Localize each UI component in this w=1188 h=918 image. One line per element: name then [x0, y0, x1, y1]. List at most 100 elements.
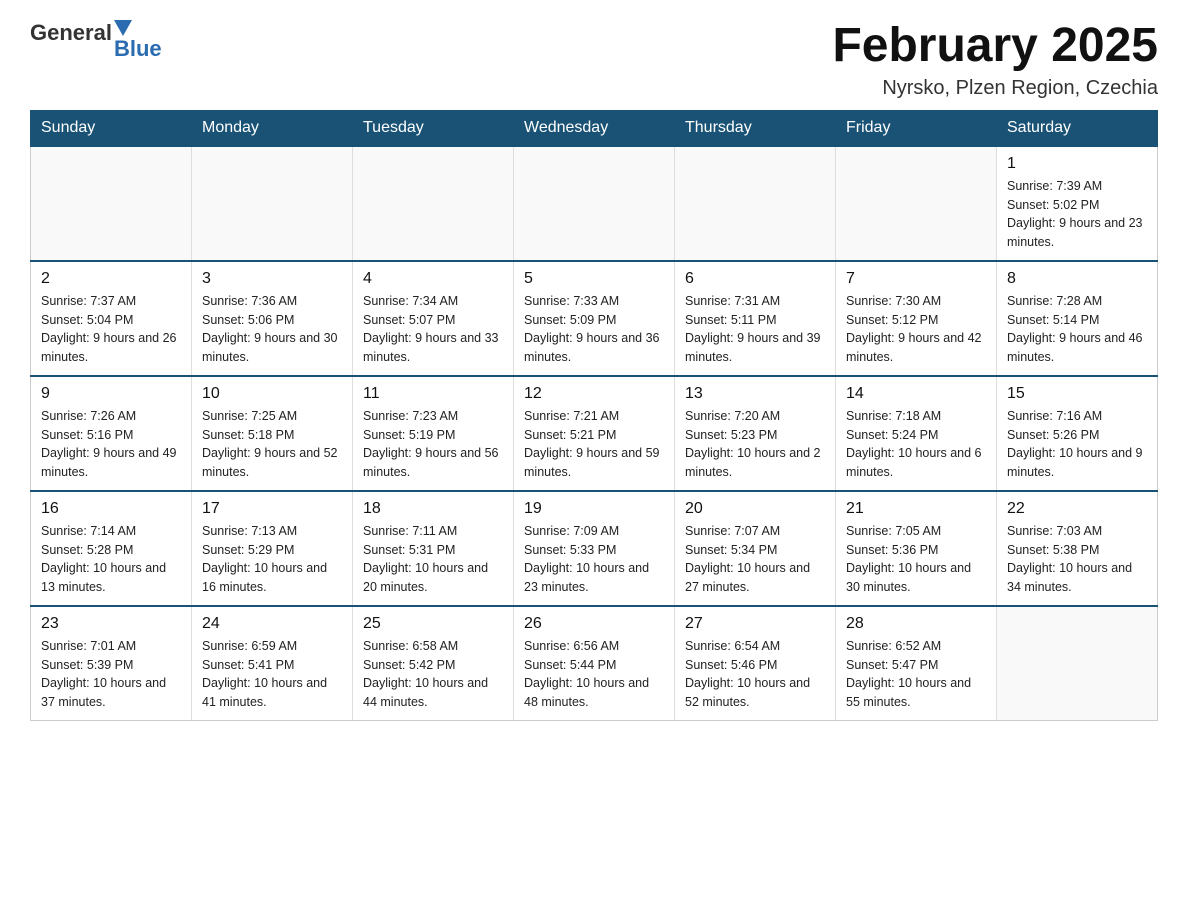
day-number: 21	[846, 500, 986, 518]
calendar-week-row: 1 Sunrise: 7:39 AM Sunset: 5:02 PM Daylig…	[31, 146, 1158, 261]
day-number: 5	[524, 270, 664, 288]
calendar-cell: 3 Sunrise: 7:36 AM Sunset: 5:06 PM Daylig…	[192, 261, 353, 376]
calendar-cell: 15Sunrise: 7:16 AM Sunset: 5:26 PM Dayli…	[997, 376, 1158, 491]
day-info: Sunrise: 7:36 AM Sunset: 5:06 PM Dayligh…	[202, 292, 342, 367]
day-number: 19	[524, 500, 664, 518]
day-info: Sunrise: 7:26 AM Sunset: 5:16 PM Dayligh…	[41, 407, 181, 482]
calendar-table: SundayMondayTuesdayWednesdayThursdayFrid…	[30, 110, 1158, 721]
calendar-cell: 8 Sunrise: 7:28 AM Sunset: 5:14 PM Daylig…	[997, 261, 1158, 376]
calendar-cell: 18 Sunrise: 7:11 AM Sunset: 5:31 PM Dayli…	[353, 491, 514, 606]
day-info: Sunrise: 7:03 AM Sunset: 5:38 PM Dayligh…	[1007, 522, 1147, 597]
calendar-cell	[514, 146, 675, 261]
calendar-week-row: 2 Sunrise: 7:37 AM Sunset: 5:04 PM Daylig…	[31, 261, 1158, 376]
calendar-week-row: 9Sunrise: 7:26 AM Sunset: 5:16 PM Daylig…	[31, 376, 1158, 491]
weekday-header-wednesday: Wednesday	[514, 110, 675, 146]
day-info: Sunrise: 7:23 AM Sunset: 5:19 PM Dayligh…	[363, 407, 503, 482]
day-info: Sunrise: 7:14 AM Sunset: 5:28 PM Dayligh…	[41, 522, 181, 597]
day-info: Sunrise: 7:28 AM Sunset: 5:14 PM Dayligh…	[1007, 292, 1147, 367]
weekday-header-sunday: Sunday	[31, 110, 192, 146]
page-header: General Blue February 2025 Nyrsko, Plzen…	[30, 20, 1158, 100]
day-info: Sunrise: 7:05 AM Sunset: 5:36 PM Dayligh…	[846, 522, 986, 597]
calendar-cell: 26 Sunrise: 6:56 AM Sunset: 5:44 PM Dayli…	[514, 606, 675, 721]
day-number: 4	[363, 270, 503, 288]
day-number: 22	[1007, 500, 1147, 518]
day-number: 24	[202, 615, 342, 633]
calendar-cell: 19 Sunrise: 7:09 AM Sunset: 5:33 PM Dayli…	[514, 491, 675, 606]
calendar-week-row: 16 Sunrise: 7:14 AM Sunset: 5:28 PM Dayli…	[31, 491, 1158, 606]
logo: General Blue	[30, 20, 162, 62]
calendar-cell: 6 Sunrise: 7:31 AM Sunset: 5:11 PM Daylig…	[675, 261, 836, 376]
calendar-cell	[836, 146, 997, 261]
calendar-cell	[675, 146, 836, 261]
day-info: Sunrise: 6:59 AM Sunset: 5:41 PM Dayligh…	[202, 637, 342, 712]
day-info: Sunrise: 7:33 AM Sunset: 5:09 PM Dayligh…	[524, 292, 664, 367]
day-number: 23	[41, 615, 181, 633]
day-info: Sunrise: 7:07 AM Sunset: 5:34 PM Dayligh…	[685, 522, 825, 597]
day-info: Sunrise: 7:11 AM Sunset: 5:31 PM Dayligh…	[363, 522, 503, 597]
calendar-cell	[192, 146, 353, 261]
calendar-cell: 11 Sunrise: 7:23 AM Sunset: 5:19 PM Dayli…	[353, 376, 514, 491]
day-info: Sunrise: 7:25 AM Sunset: 5:18 PM Dayligh…	[202, 407, 342, 482]
day-number: 10	[202, 385, 342, 403]
logo-blue: Blue	[114, 36, 162, 62]
day-number: 20	[685, 500, 825, 518]
calendar-cell: 7 Sunrise: 7:30 AM Sunset: 5:12 PM Daylig…	[836, 261, 997, 376]
day-number: 13	[685, 385, 825, 403]
day-info: Sunrise: 7:16 AM Sunset: 5:26 PM Dayligh…	[1007, 407, 1147, 482]
day-info: Sunrise: 7:21 AM Sunset: 5:21 PM Dayligh…	[524, 407, 664, 482]
weekday-header-friday: Friday	[836, 110, 997, 146]
weekday-header-saturday: Saturday	[997, 110, 1158, 146]
day-info: Sunrise: 6:52 AM Sunset: 5:47 PM Dayligh…	[846, 637, 986, 712]
weekday-header-tuesday: Tuesday	[353, 110, 514, 146]
day-number: 16	[41, 500, 181, 518]
location: Nyrsko, Plzen Region, Czechia	[832, 77, 1158, 100]
calendar-week-row: 23Sunrise: 7:01 AM Sunset: 5:39 PM Dayli…	[31, 606, 1158, 721]
day-info: Sunrise: 7:13 AM Sunset: 5:29 PM Dayligh…	[202, 522, 342, 597]
calendar-cell: 22 Sunrise: 7:03 AM Sunset: 5:38 PM Dayli…	[997, 491, 1158, 606]
calendar-cell	[353, 146, 514, 261]
calendar-cell: 27Sunrise: 6:54 AM Sunset: 5:46 PM Dayli…	[675, 606, 836, 721]
day-info: Sunrise: 7:20 AM Sunset: 5:23 PM Dayligh…	[685, 407, 825, 482]
day-number: 8	[1007, 270, 1147, 288]
day-number: 26	[524, 615, 664, 633]
day-info: Sunrise: 7:09 AM Sunset: 5:33 PM Dayligh…	[524, 522, 664, 597]
day-info: Sunrise: 6:56 AM Sunset: 5:44 PM Dayligh…	[524, 637, 664, 712]
calendar-cell: 13 Sunrise: 7:20 AM Sunset: 5:23 PM Dayli…	[675, 376, 836, 491]
day-number: 7	[846, 270, 986, 288]
day-info: Sunrise: 7:31 AM Sunset: 5:11 PM Dayligh…	[685, 292, 825, 367]
calendar-cell: 16 Sunrise: 7:14 AM Sunset: 5:28 PM Dayli…	[31, 491, 192, 606]
calendar-cell: 5 Sunrise: 7:33 AM Sunset: 5:09 PM Daylig…	[514, 261, 675, 376]
logo-triangle-icon	[114, 20, 132, 36]
day-number: 18	[363, 500, 503, 518]
weekday-header-row: SundayMondayTuesdayWednesdayThursdayFrid…	[31, 110, 1158, 146]
calendar-cell: 9Sunrise: 7:26 AM Sunset: 5:16 PM Daylig…	[31, 376, 192, 491]
weekday-header-thursday: Thursday	[675, 110, 836, 146]
day-info: Sunrise: 6:54 AM Sunset: 5:46 PM Dayligh…	[685, 637, 825, 712]
day-info: Sunrise: 7:30 AM Sunset: 5:12 PM Dayligh…	[846, 292, 986, 367]
day-info: Sunrise: 7:34 AM Sunset: 5:07 PM Dayligh…	[363, 292, 503, 367]
day-number: 1	[1007, 155, 1147, 173]
calendar-cell: 14Sunrise: 7:18 AM Sunset: 5:24 PM Dayli…	[836, 376, 997, 491]
day-number: 12	[524, 385, 664, 403]
day-info: Sunrise: 6:58 AM Sunset: 5:42 PM Dayligh…	[363, 637, 503, 712]
day-info: Sunrise: 7:37 AM Sunset: 5:04 PM Dayligh…	[41, 292, 181, 367]
day-number: 2	[41, 270, 181, 288]
month-title: February 2025	[832, 20, 1158, 73]
calendar-cell: 1 Sunrise: 7:39 AM Sunset: 5:02 PM Daylig…	[997, 146, 1158, 261]
calendar-cell: 23Sunrise: 7:01 AM Sunset: 5:39 PM Dayli…	[31, 606, 192, 721]
day-number: 14	[846, 385, 986, 403]
day-number: 28	[846, 615, 986, 633]
day-number: 3	[202, 270, 342, 288]
calendar-cell: 24 Sunrise: 6:59 AM Sunset: 5:41 PM Dayli…	[192, 606, 353, 721]
calendar-cell: 12 Sunrise: 7:21 AM Sunset: 5:21 PM Dayli…	[514, 376, 675, 491]
calendar-cell	[997, 606, 1158, 721]
day-number: 17	[202, 500, 342, 518]
day-number: 11	[363, 385, 503, 403]
calendar-cell: 25 Sunrise: 6:58 AM Sunset: 5:42 PM Dayli…	[353, 606, 514, 721]
day-number: 6	[685, 270, 825, 288]
calendar-cell: 10 Sunrise: 7:25 AM Sunset: 5:18 PM Dayli…	[192, 376, 353, 491]
day-info: Sunrise: 7:39 AM Sunset: 5:02 PM Dayligh…	[1007, 177, 1147, 252]
weekday-header-monday: Monday	[192, 110, 353, 146]
calendar-cell: 21 Sunrise: 7:05 AM Sunset: 5:36 PM Dayli…	[836, 491, 997, 606]
day-number: 25	[363, 615, 503, 633]
